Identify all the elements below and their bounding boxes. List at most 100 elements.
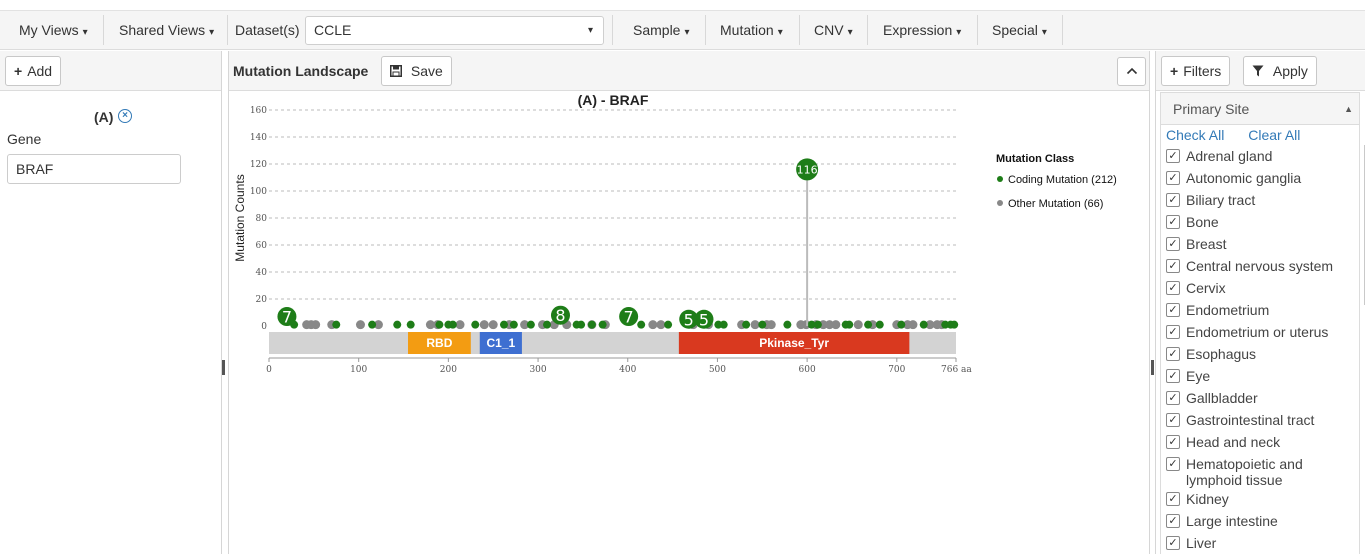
apply-button[interactable]: Apply — [1243, 56, 1317, 86]
filters-header: + Filters Apply — [1156, 51, 1365, 91]
primary-site-label: Central nervous system — [1186, 258, 1334, 274]
primary-site-option[interactable]: ✓ Autonomic ganglia — [1161, 167, 1359, 189]
special-label: Special — [992, 22, 1038, 38]
primary-site-label: Endometrium — [1186, 302, 1270, 318]
checkbox-checked-icon[interactable]: ✓ — [1166, 492, 1180, 506]
shared-views-menu[interactable]: Shared Views ▾ — [119, 11, 214, 49]
cnv-label: CNV — [814, 22, 844, 38]
legend-title: Mutation Class — [996, 153, 1074, 165]
dataset-select[interactable]: CCLE ▾ — [305, 16, 604, 45]
checkbox-checked-icon[interactable]: ✓ — [1166, 514, 1180, 528]
checkbox-checked-icon[interactable]: ✓ — [1166, 391, 1180, 405]
y-tick-label: 60 — [256, 241, 268, 251]
special-menu[interactable]: Special ▾ — [992, 11, 1047, 49]
top-toolbar: My Views ▾ Shared Views ▾ Dataset(s) CCLE … — [0, 10, 1365, 50]
primary-site-option[interactable]: ✓ Bone — [1161, 211, 1359, 233]
domain-label: Pkinase_Tyr — [759, 336, 829, 350]
checkbox-checked-icon[interactable]: ✓ — [1166, 435, 1180, 449]
primary-site-option[interactable]: ✓ Biliary tract — [1161, 189, 1359, 211]
legend-entry-label: Coding Mutation (212) — [1008, 174, 1117, 186]
view-title: (A) — [94, 109, 114, 125]
primary-site-option[interactable]: ✓ Adrenal gland — [1161, 145, 1359, 167]
checkbox-checked-icon[interactable]: ✓ — [1166, 193, 1180, 207]
close-circle-icon[interactable]: × — [118, 109, 132, 123]
checkbox-checked-icon[interactable]: ✓ — [1166, 259, 1180, 273]
coding-mutation-point — [875, 320, 884, 329]
x-tick-label: 300 — [529, 365, 546, 375]
coding-mutation-point — [577, 320, 586, 329]
mutation-label: Mutation — [720, 22, 774, 38]
checkbox-checked-icon[interactable]: ✓ — [1166, 369, 1180, 383]
expression-menu[interactable]: Expression ▾ — [883, 11, 961, 49]
primary-site-option[interactable]: ✓ Eye — [1161, 365, 1359, 387]
checkbox-checked-icon[interactable]: ✓ — [1166, 347, 1180, 361]
toolbar-divider — [705, 15, 706, 45]
other-mutation-point — [648, 320, 658, 330]
coding-mutation-point — [406, 320, 415, 329]
coding-mutation-point — [637, 320, 646, 329]
primary-site-filter: Primary Site ▲ Check All Clear All ✓ Adre… — [1160, 92, 1360, 554]
add-filters-button[interactable]: + Filters — [1161, 56, 1231, 86]
primary-site-header[interactable]: Primary Site ▲ — [1161, 93, 1359, 125]
plus-icon: + — [1170, 63, 1179, 79]
right-splitter-handle[interactable] — [1151, 360, 1154, 375]
toolbar-divider — [977, 15, 978, 45]
add-button[interactable]: + Add — [5, 56, 62, 86]
toolbar-divider — [103, 15, 104, 45]
y-tick-label: 100 — [250, 187, 267, 197]
mutation-menu[interactable]: Mutation ▾ — [720, 11, 783, 49]
checkbox-checked-icon[interactable]: ✓ — [1166, 325, 1180, 339]
y-tick-label: 20 — [256, 295, 268, 305]
primary-site-option[interactable]: ✓ Liver — [1161, 532, 1359, 554]
hotspot-count-label: 5 — [699, 310, 709, 329]
coding-mutation-point — [950, 320, 959, 329]
primary-site-option[interactable]: ✓ Kidney — [1161, 488, 1359, 510]
checkbox-checked-icon[interactable]: ✓ — [1166, 171, 1180, 185]
primary-site-option[interactable]: ✓ Hematopoietic and lymphoid tissue — [1161, 453, 1359, 488]
hotspot-count-label: 8 — [555, 306, 565, 325]
gene-input[interactable] — [7, 154, 181, 184]
chevron-down-icon: ▾ — [209, 27, 215, 38]
primary-site-option[interactable]: ✓ Endometrium — [1161, 299, 1359, 321]
legend-entry-label: Other Mutation (66) — [1008, 198, 1103, 210]
primary-site-label: Gallbladder — [1186, 390, 1258, 406]
primary-site-option[interactable]: ✓ Esophagus — [1161, 343, 1359, 365]
my-views-menu[interactable]: My Views ▾ — [19, 11, 88, 49]
primary-site-option[interactable]: ✓ Gastrointestinal tract — [1161, 409, 1359, 431]
primary-site-option[interactable]: ✓ Head and neck — [1161, 431, 1359, 453]
primary-site-option[interactable]: ✓ Large intestine — [1161, 510, 1359, 532]
collapse-button[interactable] — [1117, 57, 1146, 86]
chevron-down-icon: ▾ — [1041, 27, 1047, 38]
primary-site-option[interactable]: ✓ Gallbladder — [1161, 387, 1359, 409]
checkbox-checked-icon[interactable]: ✓ — [1166, 536, 1180, 550]
checkbox-checked-icon[interactable]: ✓ — [1166, 149, 1180, 163]
check-all-link[interactable]: Check All — [1166, 127, 1224, 143]
checkbox-checked-icon[interactable]: ✓ — [1166, 413, 1180, 427]
primary-site-option[interactable]: ✓ Cervix — [1161, 277, 1359, 299]
x-end-label: 766 aa — [941, 365, 972, 375]
left-splitter-handle[interactable] — [222, 360, 225, 375]
primary-site-label: Autonomic ganglia — [1186, 170, 1302, 186]
primary-site-option[interactable]: ✓ Central nervous system — [1161, 255, 1359, 277]
save-button[interactable]: Save — [381, 56, 452, 86]
add-button-label: Add — [27, 63, 53, 79]
primary-site-label: Kidney — [1186, 491, 1229, 507]
other-mutation-point — [831, 320, 841, 330]
checkbox-checked-icon[interactable]: ✓ — [1166, 215, 1180, 229]
primary-site-label: Eye — [1186, 368, 1211, 384]
clear-all-link[interactable]: Clear All — [1248, 127, 1300, 143]
chevron-down-icon: ▾ — [777, 27, 783, 38]
checkbox-checked-icon[interactable]: ✓ — [1166, 237, 1180, 251]
filters-panel: + Filters Apply Primary Site ▲ Check All … — [1155, 51, 1365, 554]
primary-site-option[interactable]: ✓ Breast — [1161, 233, 1359, 255]
cnv-menu[interactable]: CNV ▾ — [814, 11, 853, 49]
checkbox-checked-icon[interactable]: ✓ — [1166, 457, 1180, 471]
checkbox-checked-icon[interactable]: ✓ — [1166, 281, 1180, 295]
checkbox-checked-icon[interactable]: ✓ — [1166, 303, 1180, 317]
coding-mutation-point — [845, 320, 854, 329]
primary-site-option[interactable]: ✓ Endometrium or uterus — [1161, 321, 1359, 343]
sample-menu[interactable]: Sample ▾ — [633, 11, 690, 49]
other-mutation-point — [455, 320, 465, 330]
toolbar-divider — [1062, 15, 1063, 45]
primary-site-label: Breast — [1186, 236, 1227, 252]
